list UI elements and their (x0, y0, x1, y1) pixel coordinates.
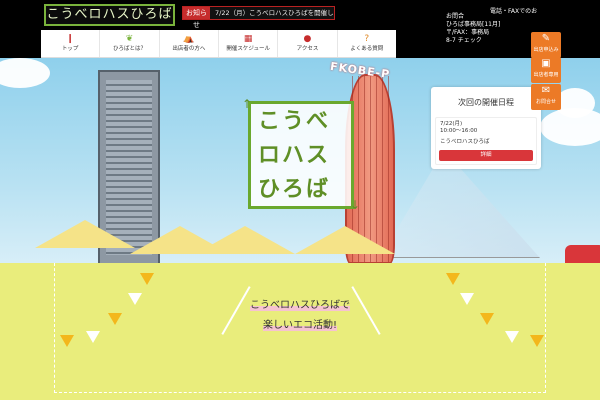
nav-label: アクセス (296, 46, 319, 52)
lock-icon: ▣ (541, 58, 551, 69)
arrow-down-icon: ↓ (349, 198, 360, 212)
nav-item-schedule[interactable]: ▦ 開催スケジュール (219, 30, 279, 57)
hero-logo-line: こうべ (258, 109, 331, 134)
top-bar: こうべロハスひろば お知らせ 7/22（月）こうべロハスひろばを開催します！ 電… (0, 0, 600, 44)
bunting-flag (128, 293, 142, 305)
tagline: こうべロハスひろばで 楽しいエコ活動! (230, 296, 370, 336)
nav-item-access[interactable]: ● アクセス (278, 30, 338, 57)
bunting-flag (505, 331, 519, 343)
main-nav: ❙ トップ ❦ ひろばとは？ ⛺ 出店者の方へ ▦ 開催スケジュール ● アクセ… (41, 30, 396, 58)
calendar-icon: ▦ (243, 34, 253, 44)
cloud (0, 58, 50, 88)
event-name: こうべロハスひろば (440, 139, 490, 145)
tent (195, 226, 295, 254)
event-detail-button[interactable]: 詳細 (439, 150, 533, 161)
bunting-flag (140, 273, 154, 285)
nav-label: ひろばとは？ (112, 46, 146, 52)
contact-line: ひろば事務局[11月] (446, 21, 501, 28)
nav-label: トップ (61, 46, 79, 52)
bunting-flag (480, 313, 494, 325)
nav-item-top[interactable]: ❙ トップ (41, 30, 101, 57)
nav-label: よくある質問 (350, 46, 384, 52)
contact-line: お問合 (446, 13, 465, 20)
bunting-flag (530, 335, 544, 347)
exhibitor-login-button[interactable]: ▣ 出店者専用 (531, 57, 561, 83)
news-ticker[interactable]: お知らせ 7/22（月）こうべロハスひろばを開催します！ (182, 6, 335, 29)
side-button-label: お問合せ (535, 99, 556, 105)
contact-line: 〒/FAX：事務局 (446, 29, 490, 36)
cloud (555, 88, 595, 118)
side-button-label: 出店者専用 (533, 72, 559, 78)
hero-logo-line: ひろば (258, 177, 331, 202)
hero-logo-line: ロハス (258, 143, 331, 168)
nav-label: 出店者の方へ (172, 46, 206, 52)
news-label: お知らせ (183, 7, 210, 29)
side-button-label: 出店申込み (533, 47, 559, 53)
leaf-icon: ❦ (125, 34, 134, 44)
event-card-title: 次回の開催日程 (458, 98, 514, 107)
bunting-flag (86, 331, 100, 343)
news-text[interactable]: 7/22（月）こうべロハスひろばを開催します！ (215, 7, 333, 19)
mail-icon: ✉ (541, 85, 551, 96)
apply-button[interactable]: ✎ 出店申込み (531, 32, 561, 58)
tagline-line2: 楽しいエコ活動! (262, 320, 337, 331)
tent (295, 226, 395, 254)
tent-icon: ⛺ (183, 34, 195, 44)
question-icon: ? (364, 34, 370, 44)
pin-icon: ❙ (66, 34, 74, 44)
site-logo[interactable]: こうべロハスひろば (44, 4, 175, 26)
nav-item-about[interactable]: ❦ ひろばとは？ (100, 30, 160, 57)
bunting-flag (60, 335, 74, 347)
tent (35, 220, 135, 248)
header-contact-info: お問合 ひろば事務局[11月] 〒/FAX：事務局 8-7 チェック (446, 13, 500, 45)
bunting-flag (108, 313, 122, 325)
event-time: 10:00～16:00 (440, 128, 478, 134)
contact-line: 8-7 チェック (446, 37, 482, 44)
hero-logo: ↑ こうべ ロハス ひろば ↓ (240, 97, 360, 212)
arrow-up-icon: ↑ (242, 97, 253, 111)
contact-button[interactable]: ✉ お問合せ (531, 84, 561, 110)
bunting-flag (460, 293, 474, 305)
truck-illustration (565, 245, 600, 263)
next-event-card: 次回の開催日程 7/22(月) 10:00～16:00 こうべロハスひろば 詳細 (431, 87, 541, 169)
event-date: 7/22(月) (440, 121, 463, 127)
nav-item-exhibitors[interactable]: ⛺ 出店者の方へ (160, 30, 219, 57)
map-pin-icon: ● (303, 34, 312, 44)
nav-label: 開催スケジュール (226, 46, 270, 52)
bunting-flag (446, 273, 460, 285)
pencil-icon: ✎ (541, 33, 551, 44)
tagline-line1: こうべロハスひろばで (250, 300, 350, 311)
nav-item-faq[interactable]: ? よくある質問 (338, 30, 396, 57)
